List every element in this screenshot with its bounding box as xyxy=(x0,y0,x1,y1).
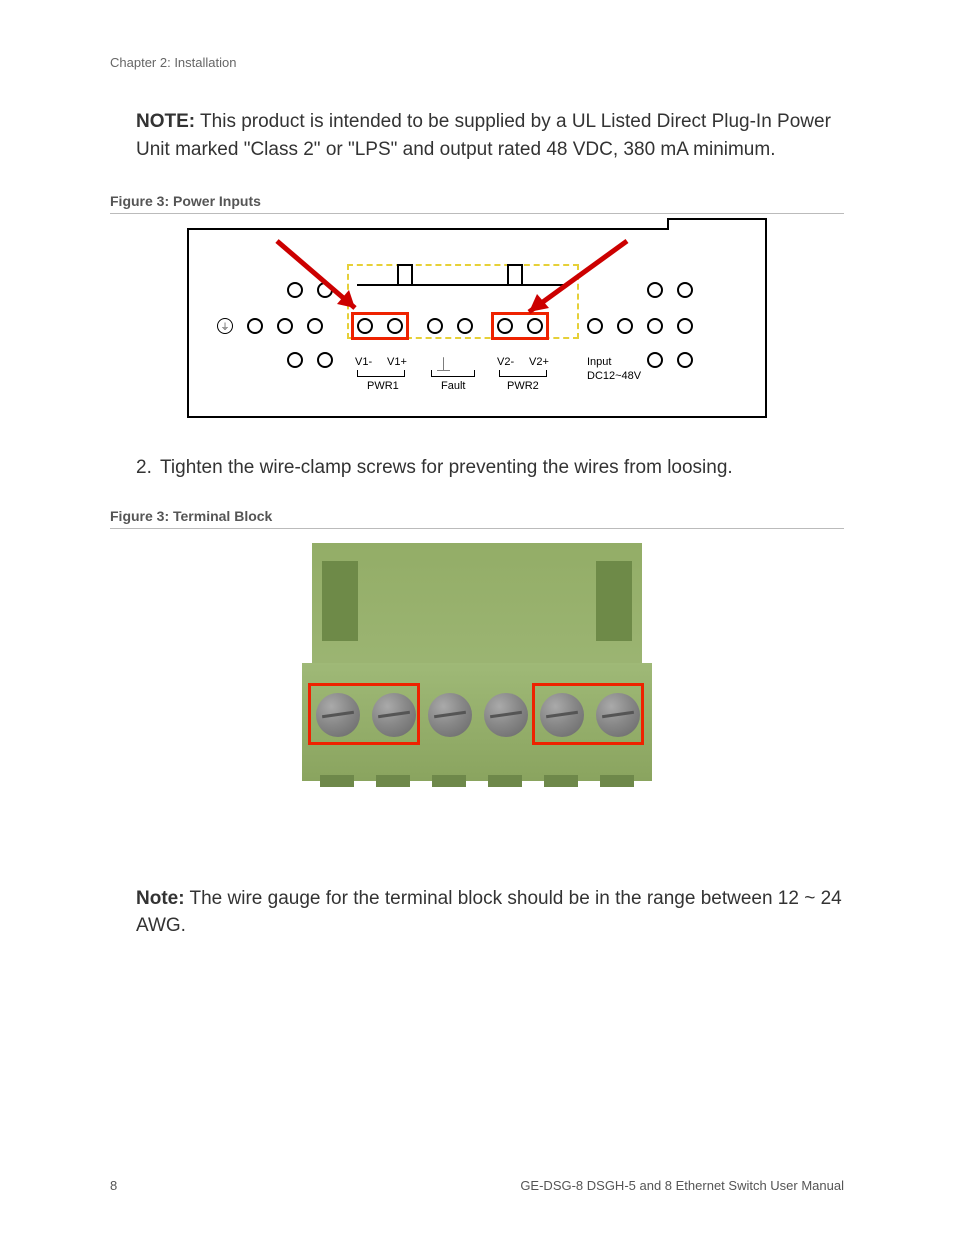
note2-label: Note: xyxy=(136,888,185,909)
figure3a-caption: Figure 3: Power Inputs xyxy=(110,193,844,214)
terminal-block-diagram xyxy=(302,543,652,793)
step2-text: Tighten the wire-clamp screws for preven… xyxy=(160,457,733,478)
label-v1-minus: V1- xyxy=(355,356,372,368)
figure3b-area xyxy=(110,543,844,793)
power-inputs-diagram: ⏚ xyxy=(187,228,767,418)
label-v2-plus: V2+ xyxy=(529,356,549,368)
note1-text: This product is intended to be supplied … xyxy=(136,111,831,160)
label-v2-minus: V2- xyxy=(497,356,514,368)
note-block-1: NOTE: This product is intended to be sup… xyxy=(136,108,844,163)
note1-label: NOTE: xyxy=(136,111,195,132)
ground-symbol: ⏚ xyxy=(220,320,229,333)
label-pwr2: PWR2 xyxy=(507,380,539,392)
label-input: Input xyxy=(587,356,611,368)
footer-page-number: 8 xyxy=(110,1178,117,1193)
step-2: 2.Tighten the wire-clamp screws for prev… xyxy=(136,454,844,482)
note2-text: The wire gauge for the terminal block sh… xyxy=(136,888,842,937)
figure3a-area: ⏚ xyxy=(110,228,844,418)
label-v1-plus: V1+ xyxy=(387,356,407,368)
step2-num: 2. xyxy=(136,454,160,482)
chapter-header: Chapter 2: Installation xyxy=(110,55,844,70)
footer-manual-title: GE-DSG-8 DSGH-5 and 8 Ethernet Switch Us… xyxy=(520,1178,844,1193)
figure3b-caption: Figure 3: Terminal Block xyxy=(110,508,844,529)
label-pwr1: PWR1 xyxy=(367,380,399,392)
label-dc-range: DC12~48V xyxy=(587,370,641,382)
page-footer: 8 GE-DSG-8 DSGH-5 and 8 Ethernet Switch … xyxy=(110,1178,844,1193)
label-fault: Fault xyxy=(441,380,465,392)
note-block-2: Note: The wire gauge for the terminal bl… xyxy=(136,885,844,940)
